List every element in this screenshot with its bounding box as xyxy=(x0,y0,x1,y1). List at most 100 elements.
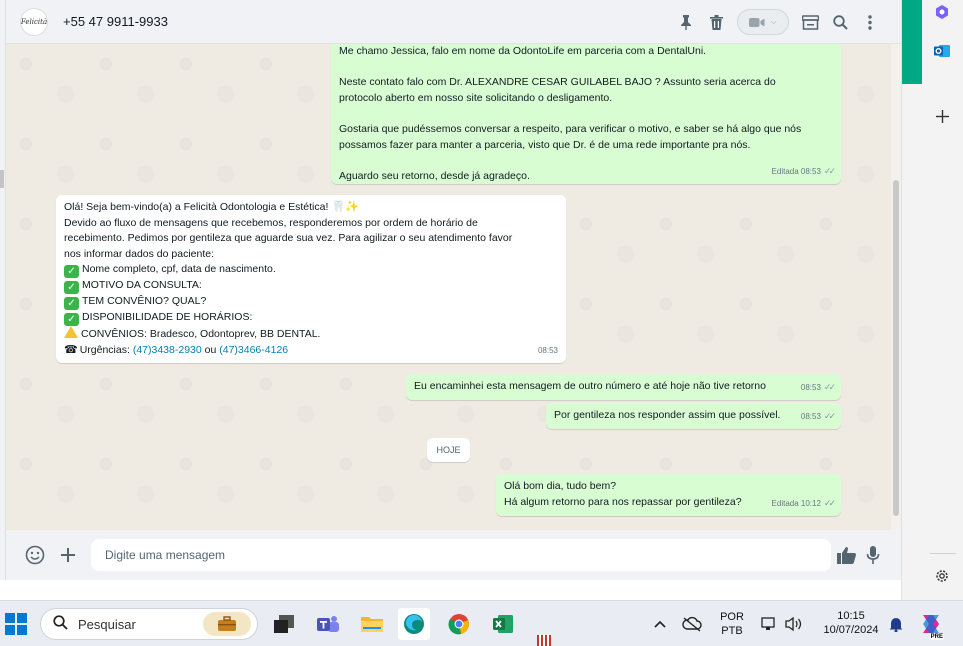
taskbar-search[interactable]: Pesquisar xyxy=(40,608,258,640)
message-line: ✓ Nome completo, cpf, data de nascimento. xyxy=(64,262,558,279)
message-line: Gostaria que pudéssemos conversar a resp… xyxy=(339,122,802,135)
preview-badge: PRE xyxy=(929,634,944,640)
tooth-sparkles-icon: 🦷✨ xyxy=(328,201,359,213)
clock-date: 10/07/2024 xyxy=(823,624,879,636)
scrollbar-thumb[interactable] xyxy=(893,180,899,516)
edge-icon[interactable] xyxy=(398,608,430,640)
read-ticks-icon: ✓✓ xyxy=(823,411,836,422)
windows-start-icon[interactable] xyxy=(5,613,27,635)
read-ticks-icon: ✓✓ xyxy=(823,498,836,509)
check-mark-icon: ✓ xyxy=(64,313,79,327)
excel-icon[interactable] xyxy=(487,608,519,640)
message-line: ✓ MOTIVO DA CONSULTA: xyxy=(64,278,558,295)
message-meta: 08:53 ✓✓ xyxy=(800,409,836,425)
chrome-icon[interactable] xyxy=(443,608,475,640)
urgencias-label: Urgências: xyxy=(79,343,130,356)
message-meta: Editada 10:12 ✓✓ xyxy=(771,496,837,512)
clock-time: 10:15 xyxy=(837,610,865,622)
settings-gear-icon[interactable] xyxy=(932,566,952,586)
search-label: Pesquisar xyxy=(78,616,136,632)
header-actions: ⌵ xyxy=(671,0,885,44)
message-time: Editada 08:53 xyxy=(771,167,821,177)
message-line xyxy=(339,153,833,169)
file-explorer-icon[interactable] xyxy=(356,608,388,640)
message-time: 08:53 xyxy=(800,412,821,422)
message-line: Devido ao fluxo de mensagens que recebem… xyxy=(64,216,478,229)
trash-icon[interactable] xyxy=(701,7,731,37)
small-app-icon[interactable] xyxy=(537,635,551,646)
chat-header: Felicità +55 47 9911-9933 ⌵ xyxy=(6,0,901,44)
message-outgoing[interactable]: Me chamo Jessica, falo em nome da Odonto… xyxy=(331,44,841,184)
message-line xyxy=(339,106,833,122)
attach-plus-icon[interactable] xyxy=(53,540,83,570)
task-view-icon[interactable] xyxy=(268,608,300,640)
message-line: CONVÊNIOS: Bradesco, Odontoprev, BB DENT… xyxy=(64,326,558,343)
emoji-icon[interactable] xyxy=(20,540,50,570)
message-line: possamos fazer para manter a parceria, v… xyxy=(339,138,751,151)
phone-link[interactable]: (47)3438-2930 xyxy=(133,344,202,356)
sidebar-divider xyxy=(930,553,956,554)
menu-dots-icon[interactable] xyxy=(855,7,885,37)
video-call-button[interactable]: ⌵ xyxy=(737,9,789,35)
greeting-text: Olá! Seja bem-vindo(a) a Felicità Odonto… xyxy=(64,201,329,213)
message-list[interactable]: Me chamo Jessica, falo em nome da Odonto… xyxy=(6,44,895,530)
strip-marker xyxy=(0,170,4,188)
teams-icon[interactable] xyxy=(312,608,344,640)
phone-icon: ☎ xyxy=(64,343,78,356)
message-text: Por gentileza nos responder assim que po… xyxy=(554,409,781,421)
message-line: Aguardo seu retorno, desde já agradeço. xyxy=(339,169,530,182)
message-line: Neste contato falo com Dr. ALEXANDRE CES… xyxy=(339,76,776,89)
language-indicator[interactable]: POR PTB xyxy=(716,610,748,638)
add-plus-icon[interactable] xyxy=(932,106,952,126)
message-meta: 08:53 ✓✓ xyxy=(800,380,836,396)
outlook-icon[interactable] xyxy=(932,41,952,61)
avatar[interactable]: Felicità xyxy=(20,7,48,36)
message-meta: 08:53 xyxy=(538,343,558,359)
check-item-text: Nome completo, cpf, data de nascimento. xyxy=(82,263,276,276)
check-item-text: DISPONIBILIDADE DE HORÁRIOS: xyxy=(82,311,253,324)
chevron-down-icon: ⌵ xyxy=(770,17,777,26)
contact-name[interactable]: +55 47 9911-9933 xyxy=(63,14,168,29)
clock[interactable]: 10:15 10/07/2024 xyxy=(812,609,890,637)
message-line: Olá! Seja bem-vindo(a) a Felicità Odonto… xyxy=(64,200,558,216)
chevron-up-icon[interactable] xyxy=(646,608,674,640)
message-time: 08:53 xyxy=(800,383,821,393)
message-time: Editada 10:12 xyxy=(771,499,821,509)
video-icon xyxy=(749,17,765,27)
cloud-offline-icon[interactable] xyxy=(677,608,707,640)
message-text: Eu encaminhei esta mensagem de outro núm… xyxy=(414,380,766,392)
message-input[interactable] xyxy=(91,539,831,571)
store-icon[interactable] xyxy=(795,7,825,37)
or-text: ou xyxy=(201,343,220,356)
phone-link[interactable]: (47)3466-4126 xyxy=(219,344,288,356)
microphone-icon[interactable] xyxy=(858,540,888,570)
language-code: POR xyxy=(720,611,744,623)
copilot-taskbar-icon[interactable]: PRE xyxy=(916,608,946,640)
message-outgoing[interactable]: Eu encaminhei esta mensagem de outro núm… xyxy=(406,374,841,400)
keyboard-layout: PTB xyxy=(721,625,743,637)
message-line xyxy=(339,60,833,76)
pin-icon[interactable] xyxy=(671,7,701,37)
message-line: ✓ DISPONIBILIDADE DE HORÁRIOS: xyxy=(64,310,558,327)
briefcase-icon xyxy=(203,612,251,636)
message-line: Olá bom dia, tudo bem? xyxy=(504,480,617,492)
notification-bell-icon[interactable] xyxy=(884,608,908,640)
read-ticks-icon: ✓✓ xyxy=(823,166,836,177)
message-incoming[interactable]: Olá! Seja bem-vindo(a) a Felicità Odonto… xyxy=(56,195,566,363)
right-sidebar xyxy=(901,0,963,600)
network-icon[interactable] xyxy=(758,608,780,640)
check-item-text: TEM CONVÊNIO? QUAL? xyxy=(82,295,207,308)
read-ticks-icon: ✓✓ xyxy=(823,382,836,393)
message-outgoing[interactable]: Olá bom dia, tudo bem? Há algum retorno … xyxy=(496,474,841,516)
check-mark-icon: ✓ xyxy=(64,265,79,279)
message-line: Me chamo Jessica, falo em nome da Odonto… xyxy=(339,45,707,57)
search-icon[interactable] xyxy=(825,7,855,37)
message-outgoing[interactable]: Por gentileza nos responder assim que po… xyxy=(546,403,841,429)
chat-scrollbar[interactable] xyxy=(891,44,901,530)
windows-taskbar: Pesquisar POR PTB 10:15 10/07/2024 PRE xyxy=(0,600,963,646)
check-mark-icon: ✓ xyxy=(64,281,79,295)
message-line: nos informar dados do paciente: xyxy=(64,247,215,260)
copilot-icon[interactable] xyxy=(932,2,952,22)
message-meta: Editada 08:53 ✓✓ xyxy=(771,164,837,180)
volume-icon[interactable] xyxy=(782,608,806,640)
